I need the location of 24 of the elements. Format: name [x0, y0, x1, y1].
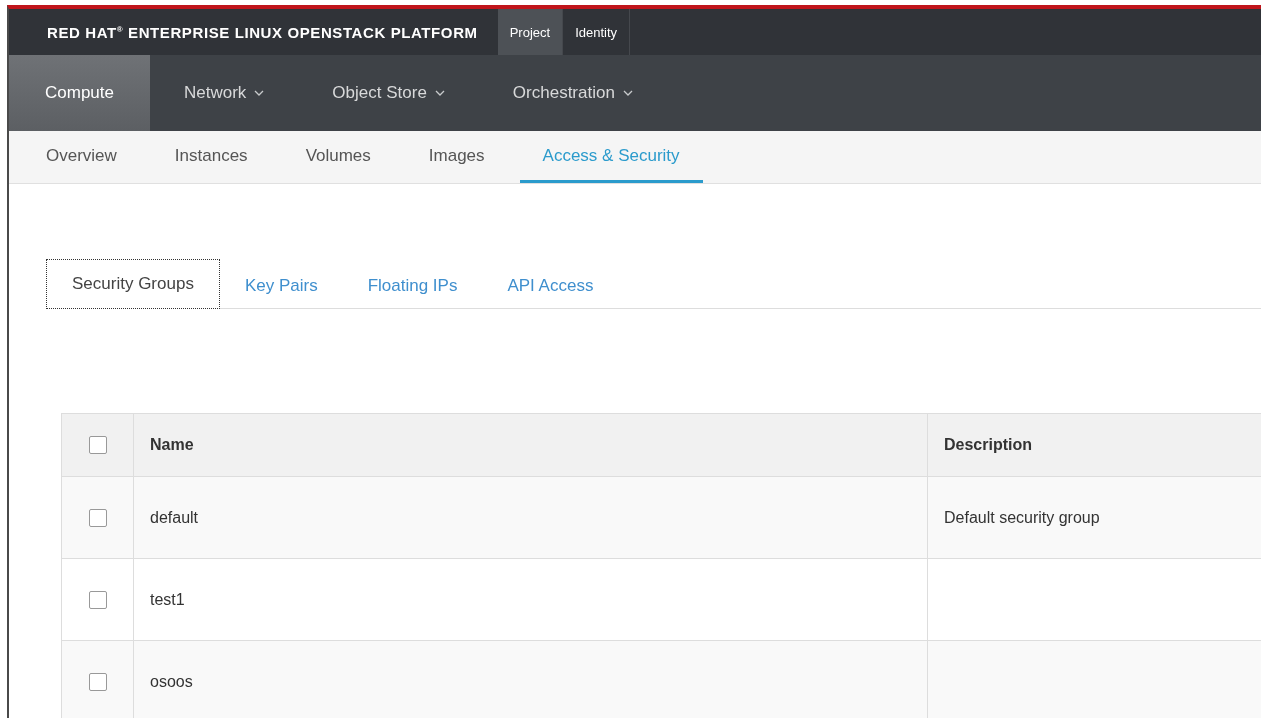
- table-cell: osoos: [150, 672, 193, 690]
- nav-menu-item[interactable]: Object Store: [298, 55, 479, 131]
- row-checkbox[interactable]: [88, 590, 107, 609]
- content-tab[interactable]: Security Groups: [46, 259, 220, 309]
- content-tab[interactable]: API Access: [482, 263, 619, 309]
- content-tab[interactable]: Floating IPs: [342, 263, 483, 309]
- table-cell: default: [150, 508, 199, 526]
- table-cell: test1: [150, 590, 185, 608]
- subnav-tab[interactable]: Instances: [151, 131, 271, 183]
- row-checkbox[interactable]: [88, 508, 107, 527]
- subnav-tab[interactable]: Overview: [23, 131, 140, 183]
- subnav-tab[interactable]: Volumes: [282, 131, 394, 183]
- brand-logo-text: RED HAT$^{®}$ ENTERPRISE LINUX OPENSTACK PLATFORM: [47, 23, 478, 41]
- select-all-checkbox[interactable]: [88, 436, 107, 455]
- column-header: Description: [927, 413, 1261, 477]
- subnav-tab[interactable]: Images: [405, 131, 508, 183]
- nav-menu-item[interactable]: Network: [150, 55, 299, 131]
- nav-menu-item[interactable]: Compute: [9, 55, 150, 131]
- context-tab[interactable]: Project: [497, 9, 564, 55]
- row-checkbox[interactable]: [88, 672, 107, 691]
- column-header: Name: [133, 413, 928, 477]
- nav-menu-item[interactable]: Orchestration: [478, 55, 667, 131]
- table-cell: Default security group: [944, 508, 1100, 526]
- content-tab[interactable]: Key Pairs: [219, 263, 343, 309]
